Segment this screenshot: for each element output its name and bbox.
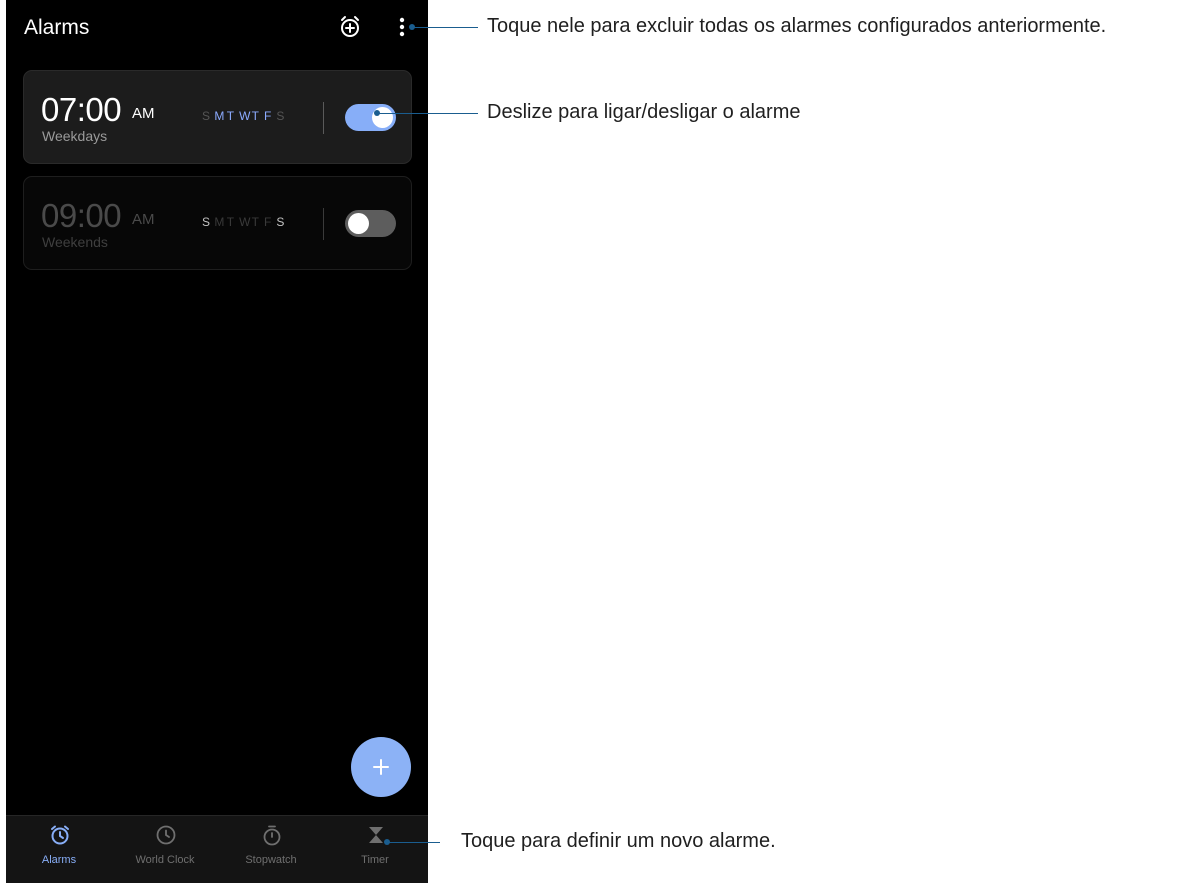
day-friday: F <box>263 215 272 229</box>
tab-stopwatch[interactable]: Stopwatch <box>218 816 324 880</box>
more-options-button[interactable] <box>394 14 410 40</box>
callout-line <box>412 27 478 28</box>
day-tuesday: T <box>226 215 235 229</box>
alarm-days: S M T WT F S <box>202 109 289 123</box>
toggle-knob <box>348 213 369 234</box>
clock-icon <box>156 825 176 845</box>
app-bar: Alarms <box>6 0 428 56</box>
alarm-time: 09:00 <box>41 197 122 234</box>
day-sunday: S <box>202 109 211 123</box>
tab-timer[interactable]: Timer <box>322 816 428 880</box>
callout-line <box>387 842 440 843</box>
day-thursday: T <box>251 109 259 123</box>
callout-more-text: Toque nele para excluir todas os alarmes… <box>487 15 1107 37</box>
day-wednesday: W <box>239 109 251 123</box>
alarm-ampm: AM <box>132 211 155 228</box>
alarm-ampm: AM <box>132 105 155 122</box>
alarm-time: 07:00 <box>41 91 122 128</box>
bottom-navigation: Alarms World Clock Stopwatch Timer <box>6 815 428 883</box>
alarm-toggle[interactable] <box>345 210 396 237</box>
divider <box>323 208 324 240</box>
tab-label: World Clock <box>135 854 195 866</box>
callout-line <box>377 113 478 114</box>
divider <box>323 102 324 134</box>
day-monday: M <box>214 215 225 229</box>
tab-label: Stopwatch <box>245 854 297 866</box>
more-vert-icon <box>399 17 405 37</box>
tab-label: Timer <box>361 854 389 866</box>
add-alarm-button[interactable] <box>337 14 363 40</box>
day-saturday: S <box>276 215 285 229</box>
day-thursday: T <box>251 215 259 229</box>
alarm-add-icon <box>341 16 359 37</box>
alarm-repeat-label: Weekends <box>42 234 108 250</box>
alarm-card[interactable]: 07:00 AM Weekdays S M T WT F S <box>23 70 412 164</box>
day-saturday: S <box>276 109 285 123</box>
plus-icon <box>373 759 389 775</box>
phone-screen: Alarms 07:00 AM Weekdays S M T WT F S 09… <box>6 0 428 883</box>
alarm-clock-icon <box>51 825 69 845</box>
day-friday: F <box>263 109 272 123</box>
callout-toggle-text: Deslize para ligar/desligar o alarme <box>487 101 801 123</box>
callout-timer-text: Toque para definir um novo alarme. <box>461 830 776 852</box>
alarm-toggle[interactable] <box>345 104 396 131</box>
day-monday: M <box>214 109 225 123</box>
alarm-days: S M T WT F S <box>202 215 289 229</box>
tab-world-clock[interactable]: World Clock <box>112 816 218 880</box>
tab-label: Alarms <box>41 854 77 866</box>
tab-alarms[interactable]: Alarms <box>6 816 112 880</box>
day-wednesday: W <box>239 215 251 229</box>
page-title: Alarms <box>24 16 90 39</box>
add-alarm-fab[interactable] <box>351 737 411 797</box>
day-sunday: S <box>202 215 211 229</box>
stopwatch-icon <box>263 825 281 846</box>
alarm-repeat-label: Weekdays <box>42 128 108 144</box>
day-tuesday: T <box>226 109 235 123</box>
alarm-card[interactable]: 09:00 AM Weekends S M T WT F S <box>23 176 412 270</box>
